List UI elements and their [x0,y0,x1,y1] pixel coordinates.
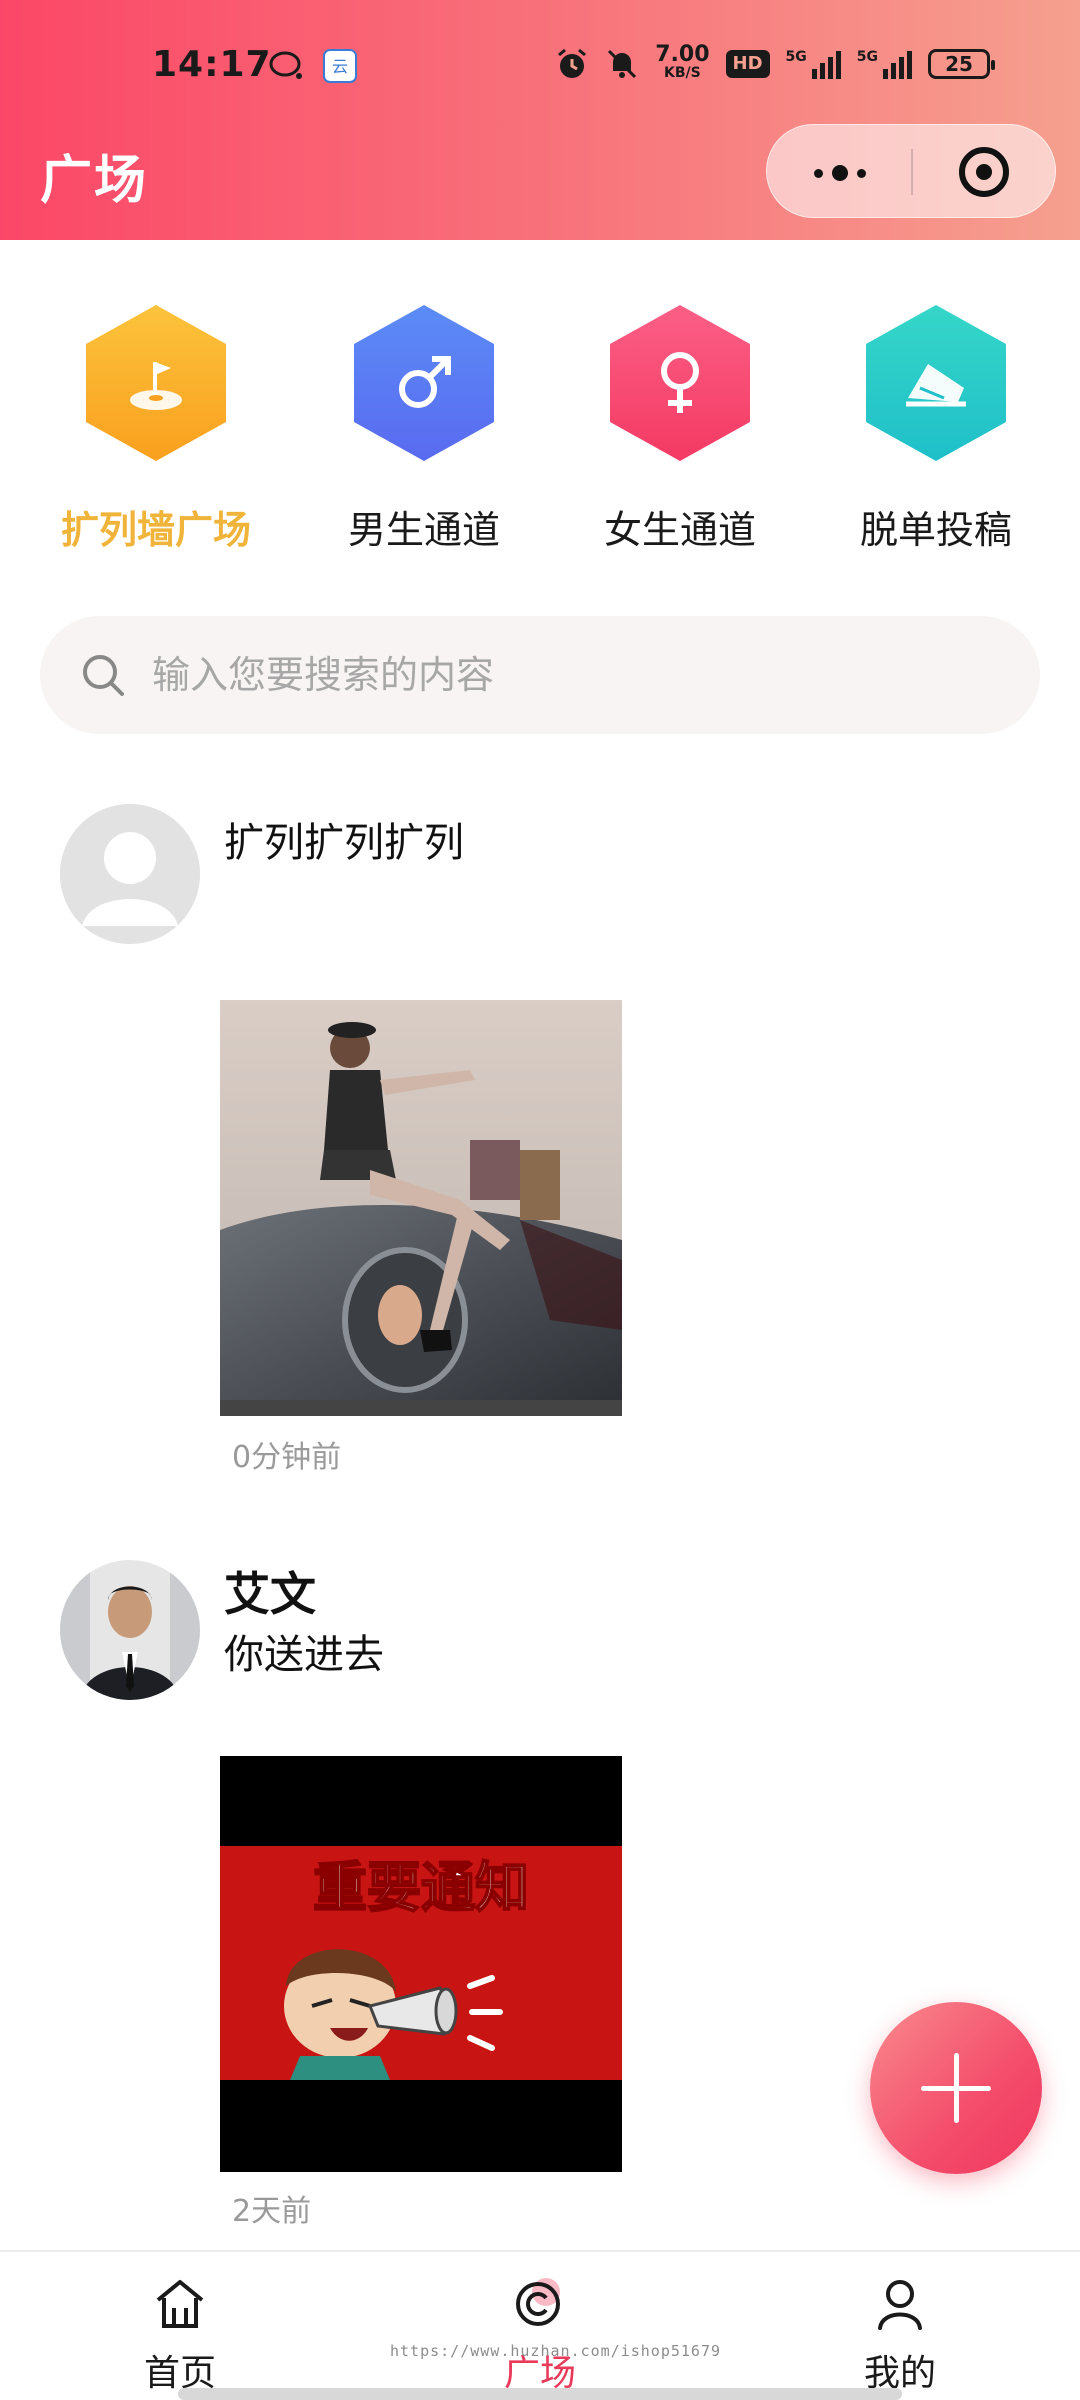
header: 14:17 云 7.00 KB/S HD 5G 5G 25 广场 [0,0,1080,240]
category-label: 女生通道 [603,508,756,552]
female-icon [661,352,699,413]
avatar[interactable] [60,1560,200,1700]
category-kuolie[interactable]: 扩列墙广场 [46,305,266,554]
tab-home[interactable]: 首页 [100,2274,260,2396]
signal-icon-2: 5G [857,49,912,79]
net-speed: 7.00 KB/S [655,42,710,82]
default-avatar-icon [60,804,200,944]
search-bar[interactable] [40,616,1040,734]
male-icon [399,356,451,408]
category-label: 男生通道 [347,508,500,552]
alarm-icon [558,48,587,78]
post-photo-notice: 重要通知 [220,1756,622,2172]
category-submit[interactable]: 脱单投稿 [826,305,1046,554]
add-post-button[interactable] [870,2002,1042,2174]
category-label: 扩列墙广场 [60,508,251,552]
miniprogram-capsule [766,124,1056,218]
post-time: 2天前 [232,2194,312,2229]
battery-icon: 25 [928,49,995,79]
home-icon [156,2280,204,2328]
svg-text:云: 云 [332,57,348,76]
signal-icon: 5G [786,49,841,79]
close-miniprogram-icon[interactable] [959,147,1009,197]
post-text: 你送进去 [224,1632,384,1678]
page-title: 广场 [40,151,149,211]
mute-bell-icon [608,49,637,79]
search-input[interactable] [152,640,1012,710]
category-male[interactable]: 男生通道 [314,305,534,554]
category-label: 脱单投稿 [859,508,1012,552]
tab-mine[interactable]: 我的 [820,2274,980,2396]
envelope-icon [906,364,966,407]
hd-badge: HD [725,50,770,78]
post-photo-woman-car [220,1000,622,1416]
user-icon [878,2280,922,2330]
flag-icon [130,362,182,410]
search-icon [83,655,124,696]
more-icon[interactable] [805,153,875,193]
chat-bubble-icon [269,51,302,79]
status-time: 14:17 [152,44,272,85]
square-icon [516,2278,560,2326]
avatar-photo-man-suit [60,1560,200,1700]
post-author: 扩列扩列扩列 [224,820,464,866]
post-image[interactable]: 重要通知 [220,1756,622,2172]
status-bar: 14:17 云 7.00 KB/S HD 5G 5G 25 [0,0,1080,130]
post-image[interactable] [220,1000,622,1416]
post-time: 0分钟前 [232,1440,342,1475]
image-caption: 重要通知 [313,1856,529,1919]
tab-bar: 首页 广场 我的 [0,2250,1080,2400]
page: 14:17 云 7.00 KB/S HD 5G 5G 25 广场 扩列墙广场 男… [0,0,1080,2400]
avatar[interactable] [60,804,200,944]
tab-square[interactable]: 广场 [460,2274,620,2396]
post-author: 艾文 [224,1567,316,1621]
watermark: https://www.huzhan.com/ishop51679 [390,2342,722,2360]
home-indicator[interactable] [178,2388,902,2400]
category-row: 扩列墙广场 男生通道 女生通道 脱单投稿 [0,305,1080,565]
category-female[interactable]: 女生通道 [570,305,790,554]
cloud-app-icon: 云 [323,49,357,83]
